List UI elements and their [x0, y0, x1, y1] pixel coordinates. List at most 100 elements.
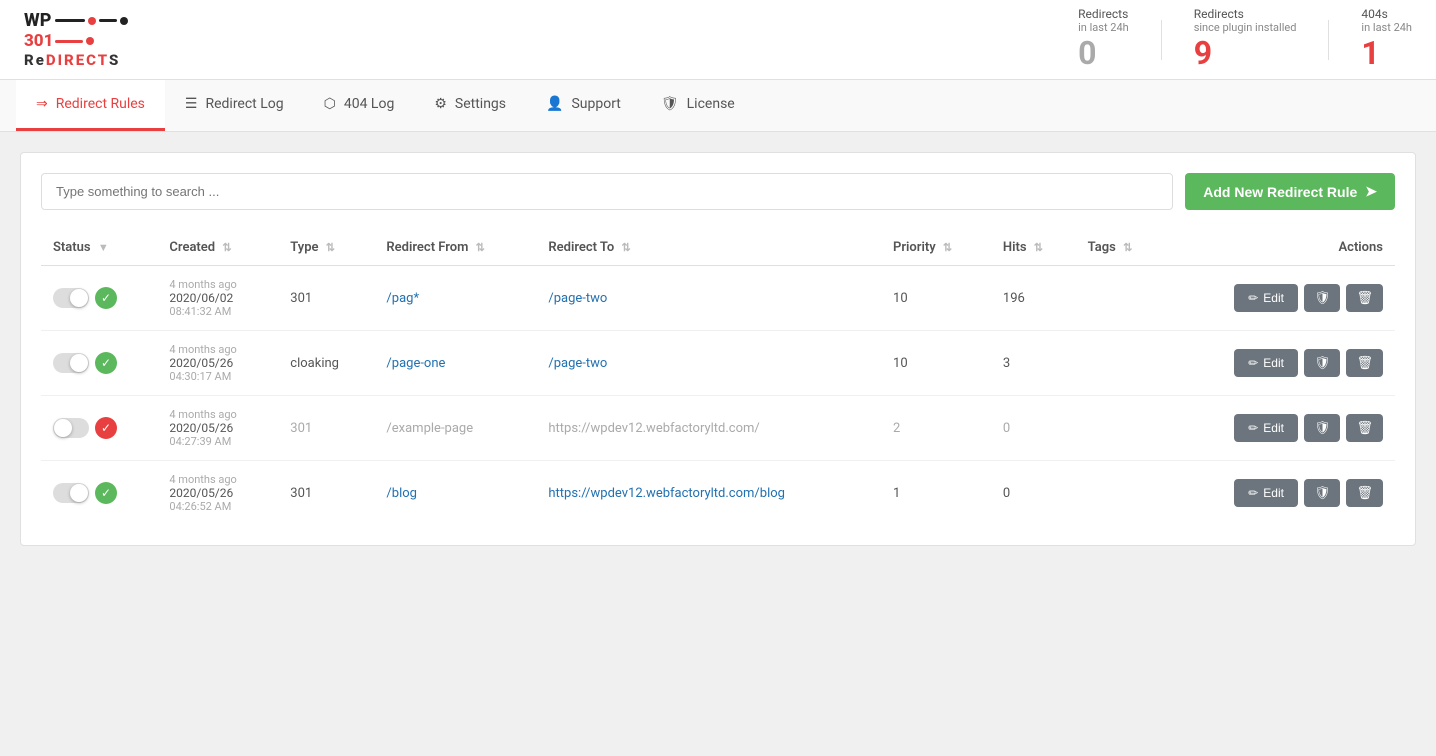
logo-line-2 — [99, 19, 117, 22]
delete-button-3[interactable]: 🗑 — [1346, 479, 1383, 507]
edit-button-0[interactable]: ✏ Edit — [1234, 284, 1298, 312]
redirect-from-link-3[interactable]: /blog — [386, 486, 417, 501]
date-ago-2: 4 months ago — [169, 408, 266, 421]
redirect-to-link-1[interactable]: /page-two — [548, 356, 607, 371]
cell-type-1: cloaking — [278, 331, 374, 396]
cell-redirect-from-1: /page-one — [374, 331, 536, 396]
edit-button-3[interactable]: ✏ Edit — [1234, 479, 1298, 507]
date-time-2: 04:27:39 AM — [169, 435, 266, 448]
logo-dot-red — [88, 17, 96, 25]
cell-status-1: ✓ — [41, 331, 157, 396]
cell-hits-3: 0 — [991, 461, 1076, 526]
sort-type-icon[interactable]: ⇅ — [326, 241, 335, 254]
redirect-rules-table: Status ▼ Created ⇅ Type ⇅ Redirect From … — [41, 230, 1395, 525]
support-icon: 👤 — [546, 96, 563, 112]
toggle-0[interactable] — [53, 288, 89, 308]
tab-license[interactable]: 🛡 License — [641, 80, 755, 131]
date-time-1: 04:30:17 AM — [169, 370, 266, 383]
toggle-2[interactable] — [53, 418, 89, 438]
cell-created-1: 4 months ago 2020/05/26 04:30:17 AM — [157, 331, 278, 396]
redirect-to-link-3[interactable]: https://wpdev12.webfactoryltd.com/blog — [548, 486, 785, 501]
shield-icon-3: 🛡 — [1314, 485, 1331, 500]
hits-value-1: 3 — [1003, 356, 1010, 371]
stat-404s-24h: 404s in last 24h 1 — [1361, 7, 1412, 72]
stat-divider-1 — [1161, 20, 1162, 60]
stat-divider-2 — [1328, 20, 1329, 60]
main-card: Add New Redirect Rule ➤ Status ▼ Created… — [20, 152, 1416, 546]
add-new-redirect-button[interactable]: Add New Redirect Rule ➤ — [1185, 173, 1395, 210]
sort-to-icon[interactable]: ⇅ — [622, 241, 631, 254]
delete-button-2[interactable]: 🗑 — [1346, 414, 1383, 442]
cell-status-0: ✓ — [41, 266, 157, 331]
redirect-from-link-2[interactable]: /example-page — [386, 421, 473, 436]
redirect-to-link-2[interactable]: https://wpdev12.webfactoryltd.com/ — [548, 421, 759, 436]
cell-redirect-to-2: https://wpdev12.webfactoryltd.com/ — [536, 396, 881, 461]
sort-tags-icon[interactable]: ⇅ — [1123, 241, 1132, 254]
date-main-2: 2020/05/26 — [169, 421, 266, 435]
date-ago-1: 4 months ago — [169, 343, 266, 356]
cell-hits-1: 3 — [991, 331, 1076, 396]
shield-button-1[interactable]: 🛡 — [1304, 349, 1341, 377]
tab-redirect-rules[interactable]: ⇒ Redirect Rules — [16, 80, 165, 131]
logo: WP 301 ReDIRECTS — [24, 10, 128, 69]
logo-wp-text: WP — [24, 10, 51, 31]
trash-icon-0: 🗑 — [1356, 290, 1373, 305]
table-row: ✓ 4 months ago 2020/05/26 04:30:17 AM cl… — [41, 331, 1395, 396]
search-input[interactable] — [41, 173, 1173, 210]
redirect-from-link-0[interactable]: /pag* — [386, 291, 419, 306]
main-content: Add New Redirect Rule ➤ Status ▼ Created… — [0, 132, 1436, 566]
edit-pencil-icon-1: ✏ — [1248, 356, 1258, 370]
tab-settings[interactable]: ⚙ Settings — [414, 80, 526, 131]
cell-actions-3: ✏ Edit 🛡 🗑 — [1166, 461, 1395, 526]
tab-settings-label: Settings — [455, 96, 506, 112]
add-button-label: Add New Redirect Rule — [1203, 184, 1357, 200]
nav-tabs: ⇒ Redirect Rules ☰ Redirect Log ⬡ 404 Lo… — [16, 80, 1420, 131]
cell-created-0: 4 months ago 2020/06/02 08:41:32 AM — [157, 266, 278, 331]
cell-hits-0: 196 — [991, 266, 1076, 331]
priority-value-2: 2 — [893, 421, 900, 436]
shield-button-3[interactable]: 🛡 — [1304, 479, 1341, 507]
shield-icon-2: 🛡 — [1314, 420, 1331, 435]
sort-from-icon[interactable]: ⇅ — [476, 241, 485, 254]
type-value-2: 301 — [290, 421, 312, 436]
edit-label-0: Edit — [1263, 291, 1284, 305]
delete-button-0[interactable]: 🗑 — [1346, 284, 1383, 312]
shield-icon-1: 🛡 — [1314, 355, 1331, 370]
tab-support[interactable]: 👤 Support — [526, 80, 641, 131]
add-button-arrow-icon: ➤ — [1365, 183, 1377, 200]
cell-status-3: ✓ — [41, 461, 157, 526]
shield-button-2[interactable]: 🛡 — [1304, 414, 1341, 442]
sort-status-icon[interactable]: ▼ — [98, 241, 109, 254]
tab-404-log[interactable]: ⬡ 404 Log — [304, 80, 415, 131]
edit-button-2[interactable]: ✏ Edit — [1234, 414, 1298, 442]
col-redirect-from: Redirect From ⇅ — [374, 230, 536, 266]
settings-icon: ⚙ — [434, 96, 447, 112]
sort-priority-icon[interactable]: ⇅ — [943, 241, 952, 254]
toolbar: Add New Redirect Rule ➤ — [41, 173, 1395, 210]
col-actions: Actions — [1166, 230, 1395, 266]
sort-created-icon[interactable]: ⇅ — [222, 241, 231, 254]
cell-redirect-from-3: /blog — [374, 461, 536, 526]
shield-button-0[interactable]: 🛡 — [1304, 284, 1341, 312]
toggle-3[interactable] — [53, 483, 89, 503]
delete-button-1[interactable]: 🗑 — [1346, 349, 1383, 377]
cell-redirect-to-0: /page-two — [536, 266, 881, 331]
cell-created-3: 4 months ago 2020/05/26 04:26:52 AM — [157, 461, 278, 526]
edit-button-1[interactable]: ✏ Edit — [1234, 349, 1298, 377]
redirect-from-link-1[interactable]: /page-one — [386, 356, 445, 371]
cell-actions-2: ✏ Edit 🛡 🗑 — [1166, 396, 1395, 461]
cell-priority-0: 10 — [881, 266, 991, 331]
cell-hits-2: 0 — [991, 396, 1076, 461]
type-value-3: 301 — [290, 486, 312, 501]
sort-hits-icon[interactable]: ⇅ — [1034, 241, 1043, 254]
redirect-to-link-0[interactable]: /page-two — [548, 291, 607, 306]
date-ago-0: 4 months ago — [169, 278, 266, 291]
tab-redirect-log[interactable]: ☰ Redirect Log — [165, 80, 304, 131]
stat-redirects-24h: Redirects in last 24h 0 — [1078, 7, 1129, 72]
trash-icon-3: 🗑 — [1356, 485, 1373, 500]
priority-value-3: 1 — [893, 486, 900, 501]
cell-tags-1 — [1076, 331, 1167, 396]
cell-tags-3 — [1076, 461, 1167, 526]
logo-line-1 — [55, 19, 85, 22]
toggle-1[interactable] — [53, 353, 89, 373]
